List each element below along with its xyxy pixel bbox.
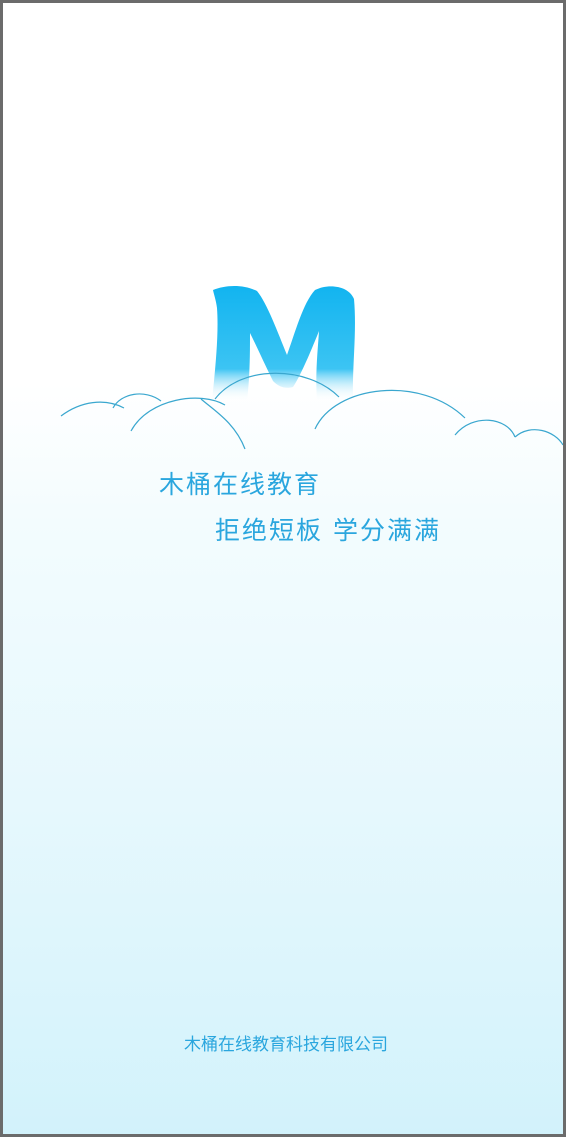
logo-cloud-graphic bbox=[3, 3, 563, 463]
splash-screen: 木桶在线教育 拒绝短板 学分满满 木桶在线教育科技有限公司 bbox=[0, 0, 566, 1137]
company-name: 木桶在线教育科技有限公司 bbox=[184, 1035, 388, 1055]
logo-m-icon bbox=[60, 286, 563, 450]
cloud-outline bbox=[60, 372, 563, 450]
slogan-line-1: 木桶在线教育 bbox=[159, 470, 322, 499]
slogan-line-2: 拒绝短板 学分满满 bbox=[215, 516, 441, 545]
